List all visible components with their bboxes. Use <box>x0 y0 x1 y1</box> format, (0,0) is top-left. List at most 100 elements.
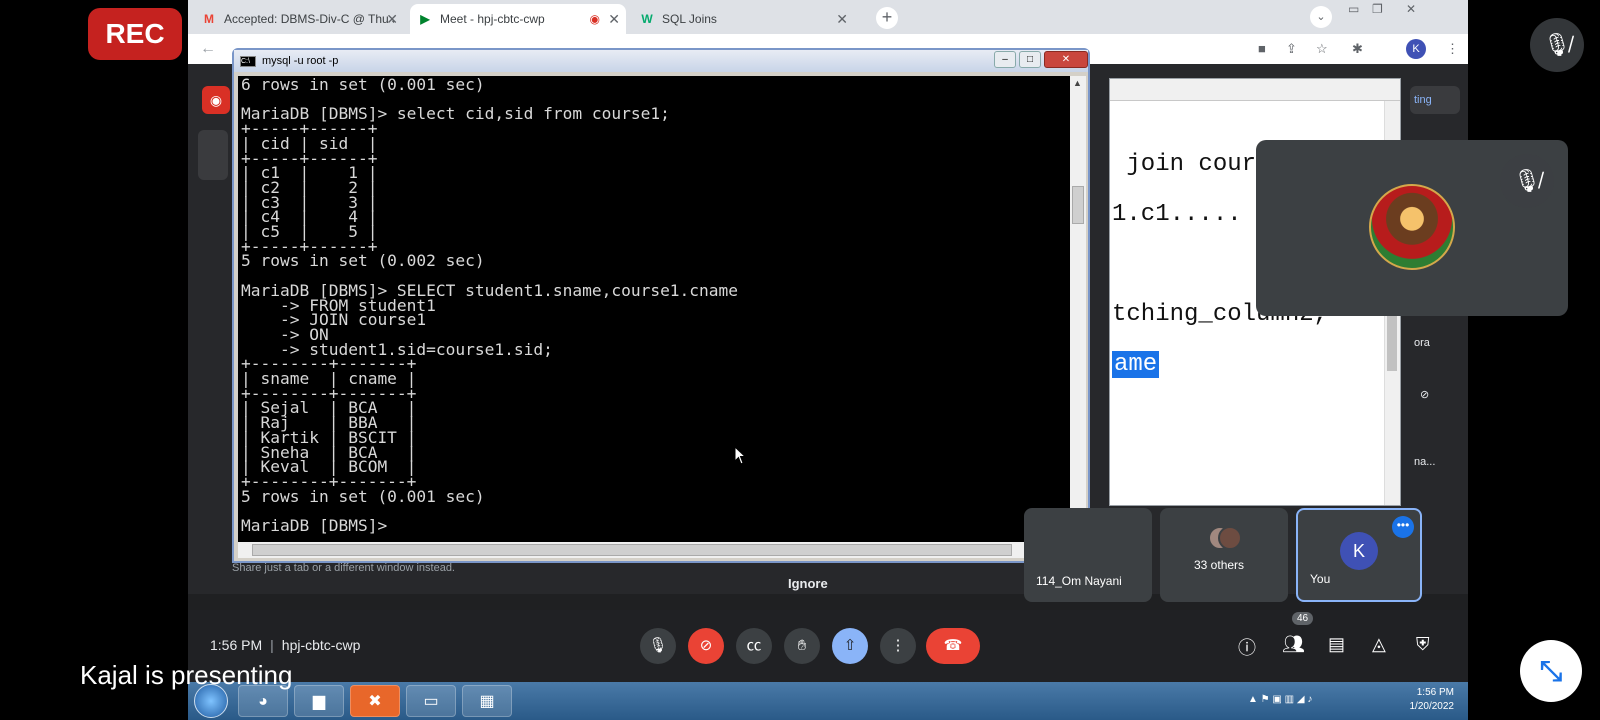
share-icon[interactable]: ⇪ <box>1286 41 1297 57</box>
camera-off-button[interactable]: ⊘ <box>688 628 724 664</box>
side-label: ting <box>1414 94 1432 106</box>
taskbar-time: 1:56 PM <box>1416 687 1454 698</box>
hand-icon: ✋︎ <box>797 637 807 654</box>
avatar: K <box>1340 532 1378 570</box>
doc-highlight: ame <box>1112 351 1160 378</box>
activities-icon[interactable]: ◬ <box>1372 634 1386 655</box>
star-icon[interactable]: ☆ <box>1316 41 1328 57</box>
stage: M Accepted: DBMS-Div-C @ Thu Ja ✕ ▶ Meet… <box>0 0 1600 720</box>
maximize-button[interactable]: □ <box>1019 51 1041 68</box>
captions-button[interactable]: ㏄ <box>736 628 772 664</box>
participant-tile-others[interactable]: 33 others <box>1160 508 1288 602</box>
console-text: 6 rows in set (0.001 sec) MariaDB [DBMS]… <box>241 76 739 536</box>
console-titlebar[interactable]: C:\ mysql -u root -p – □ ✕ <box>234 50 1088 72</box>
participant-name: You <box>1310 572 1331 586</box>
profile-avatar[interactable]: K <box>1406 39 1426 59</box>
console-scroll-thumb[interactable] <box>1072 186 1084 224</box>
leave-call-button[interactable]: ☎︎ <box>926 628 980 664</box>
cmd-icon: C:\ <box>240 55 256 67</box>
console-output[interactable]: 6 rows in set (0.001 sec) MariaDB [DBMS]… <box>238 76 1071 544</box>
minimize-icon[interactable]: ▭ <box>1348 2 1359 16</box>
exit-fullscreen-button[interactable]: ⤡ <box>1520 640 1582 702</box>
restore-icon[interactable]: ❐ <box>1372 2 1383 16</box>
app-taskbar-icon[interactable]: ▦ <box>462 685 512 717</box>
console-hscroll-thumb[interactable] <box>252 544 1012 556</box>
phone-hangup-icon: ☎︎ <box>943 637 963 654</box>
tab-label: SQL Joins <box>662 12 717 26</box>
minimize-button[interactable]: – <box>994 51 1016 68</box>
people-icon[interactable]: 👥︎ <box>1282 634 1305 655</box>
record-icon: ◉ <box>202 86 230 114</box>
participant-avatar-image <box>1369 184 1455 270</box>
camera-icon[interactable]: ■ <box>1258 41 1266 56</box>
more-options-button[interactable]: ⋮ <box>880 628 916 664</box>
folder-taskbar-icon[interactable]: ▆ <box>294 685 344 717</box>
mouse-cursor-icon <box>734 446 747 465</box>
participant-tile-you[interactable]: ••• K You <box>1296 508 1422 602</box>
close-window-icon[interactable]: ✕ <box>1406 2 1416 16</box>
chat-icon[interactable]: ▤ <box>1328 634 1345 655</box>
mysql-console-window[interactable]: C:\ mysql -u root -p – □ ✕ 6 rows in set… <box>232 48 1090 563</box>
recording-dot-icon: ◉ <box>589 12 600 26</box>
participant-name: 114_Om Nayani <box>1036 574 1122 588</box>
close-icon[interactable]: ✕ <box>386 11 398 28</box>
host-controls-icon[interactable]: ⛨ <box>1416 634 1430 655</box>
recording-badge: REC <box>88 8 182 60</box>
doc-line: join cour <box>1112 151 1257 178</box>
close-button[interactable]: ✕ <box>1044 51 1088 68</box>
cmd-taskbar-icon[interactable]: ▭ <box>406 685 456 717</box>
side-label: ora <box>1414 337 1430 349</box>
tab-sql-joins[interactable]: W SQL Joins ✕ <box>632 4 854 34</box>
self-view-tile[interactable]: 🎙︎̸ <box>1256 140 1568 316</box>
captions-icon: ㏄ <box>746 637 762 654</box>
mic-off-icon: 🎙︎̸ <box>1530 18 1584 72</box>
scroll-up-icon[interactable]: ▲ <box>1073 78 1082 88</box>
more-options-icon[interactable]: ••• <box>1392 516 1414 538</box>
meeting-time: 1:56 PM <box>210 637 263 653</box>
console-horizontal-scrollbar[interactable] <box>238 542 1071 558</box>
participant-tile[interactable]: 114_Om Nayani <box>1024 508 1152 602</box>
shared-screen: M Accepted: DBMS-Div-C @ Thu Ja ✕ ▶ Meet… <box>188 0 1468 720</box>
exit-fullscreen-icon: ⤡ <box>1539 655 1563 686</box>
tab-label: Accepted: DBMS-Div-C @ Thu Ja <box>224 12 394 26</box>
meet-icon: ▶ <box>420 12 430 26</box>
new-tab-button[interactable]: + <box>876 7 898 29</box>
chevron-down-icon[interactable]: ⌄ <box>1310 6 1332 28</box>
taskbar-date: 1/20/2022 <box>1409 701 1455 712</box>
w3schools-icon: W <box>641 12 653 26</box>
side-label: na... <box>1414 456 1436 468</box>
back-arrow-icon[interactable]: ← <box>200 40 216 58</box>
presenter-caption: Kajal is presenting <box>80 660 293 690</box>
browser-tabstrip: M Accepted: DBMS-Div-C @ Thu Ja ✕ ▶ Meet… <box>188 0 1468 34</box>
microphone-icon: 🎙︎ <box>648 637 668 654</box>
meeting-code: hpj-cbtc-cwp <box>281 637 361 653</box>
taskbar-clock[interactable]: 1:56 PM 1/20/2022 <box>1410 686 1455 714</box>
info-icon[interactable]: ⓘ <box>1238 634 1256 660</box>
present-button[interactable]: ⇧ <box>832 628 868 664</box>
console-title: mysql -u root -p <box>262 55 339 67</box>
doc-scroll-thumb[interactable] <box>1387 311 1397 371</box>
participant-name: 33 others <box>1194 558 1245 572</box>
raise-hand-button[interactable]: ✋︎ <box>784 628 820 664</box>
meet-control-bar: 1:56 PM | hpj-cbtc-cwp 🎙︎ ⊘ ㏄ ✋︎ ⇧ ⋮ ☎︎ ⓘ … <box>188 610 1468 682</box>
gmail-icon: M <box>204 12 214 26</box>
meeting-info: 1:56 PM | hpj-cbtc-cwp <box>210 637 361 653</box>
mic-off-icon: 🎙︎̸ <box>1500 154 1554 208</box>
extension-icon[interactable]: ✱ <box>1352 41 1363 57</box>
microphone-button[interactable]: 🎙︎ <box>640 628 676 664</box>
ignore-button[interactable]: Ignore <box>788 576 828 591</box>
windows-taskbar: ◕ ▆ ✖ ▭ ▦ ▲ ⚑ ▣ ▥ ◢ ♪ 1:56 PM 1/20/2022 <box>188 682 1468 720</box>
tab-calendar[interactable]: M Accepted: DBMS-Div-C @ Thu Ja ✕ <box>194 4 404 34</box>
more-vert-icon: ⋮ <box>890 637 906 654</box>
tab-label: Meet - hpj-cbtc-cwp <box>440 12 545 26</box>
tab-meet[interactable]: ▶ Meet - hpj-cbtc-cwp ◉ ✕ <box>410 4 626 34</box>
close-icon[interactable]: ✕ <box>608 11 620 28</box>
document-titlebar <box>1110 79 1400 101</box>
system-tray-icons[interactable]: ▲ ⚑ ▣ ▥ ◢ ♪ <box>1248 694 1312 705</box>
console-vertical-scrollbar[interactable]: ▲ ▼ <box>1070 76 1086 544</box>
xampp-taskbar-icon[interactable]: ✖ <box>350 685 400 717</box>
close-icon[interactable]: ✕ <box>836 11 848 28</box>
participant-avatars <box>1208 526 1242 552</box>
menu-dots-icon[interactable]: ⋮ <box>1446 41 1459 57</box>
participant-count-badge: 46 <box>1292 612 1314 625</box>
